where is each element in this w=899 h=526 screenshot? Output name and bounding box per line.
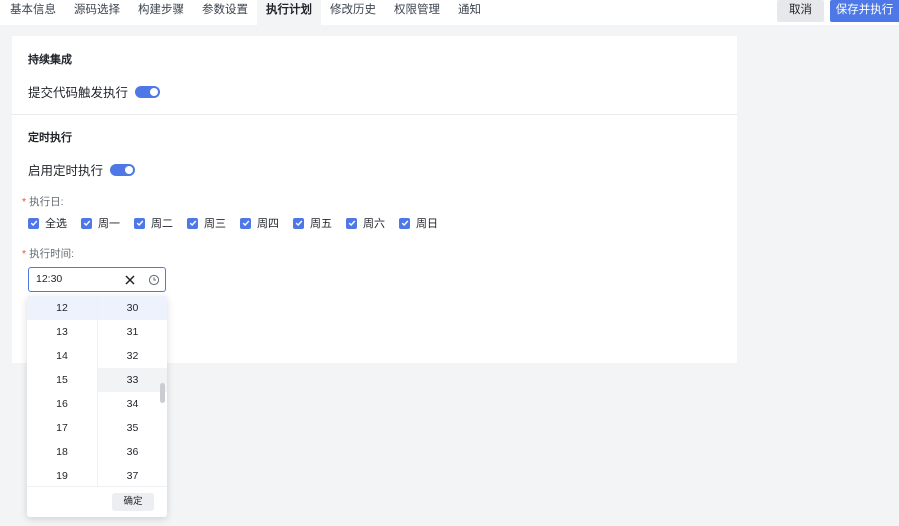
checkbox-check-icon xyxy=(28,217,39,229)
enable-schedule-label: 启用定时执行 xyxy=(28,164,104,178)
tab-4[interactable]: 参数设置 xyxy=(193,0,257,25)
commit-trigger-label: 提交代码触发执行 xyxy=(28,86,129,100)
tab-2[interactable]: 源码选择 xyxy=(65,0,129,25)
top-bar: 基本信息 源码选择 构建步骤 参数设置 执行计划 修改历史 权限管理 通知 取消 保存并执行 xyxy=(0,0,899,25)
checkbox-check-icon xyxy=(399,217,410,229)
day-checkbox[interactable]: 周一 xyxy=(81,215,120,231)
checkbox-check-icon xyxy=(134,217,145,229)
day-label: 周五 xyxy=(310,218,332,230)
tab-bar: 基本信息 源码选择 构建步骤 参数设置 执行计划 修改历史 权限管理 通知 xyxy=(0,0,490,25)
save-and-run-button[interactable]: 保存并执行 xyxy=(830,0,899,22)
day-checkbox[interactable]: 周三 xyxy=(187,215,226,231)
day-checkbox[interactable]: 周日 xyxy=(399,215,438,231)
confirm-button[interactable]: 确定 xyxy=(112,493,154,511)
hour-option[interactable]: 15 xyxy=(27,368,97,392)
time-picker-footer: 确定 xyxy=(27,486,167,517)
day-checkbox[interactable]: 周五 xyxy=(293,215,332,231)
minute-option[interactable]: 33 xyxy=(98,368,167,392)
day-checkbox-group: 全选 周一 周二 周三 周四 周五 周六 周日 xyxy=(28,215,452,231)
section-divider xyxy=(12,114,737,115)
clock-icon xyxy=(148,274,160,286)
day-checkbox[interactable]: 周四 xyxy=(240,215,279,231)
day-label: 周三 xyxy=(204,218,226,230)
minute-option[interactable]: 34 xyxy=(98,392,167,416)
minute-option[interactable]: 37 xyxy=(98,464,167,486)
checkbox-check-icon xyxy=(293,217,304,229)
ci-section-title: 持续集成 xyxy=(28,54,72,66)
day-label: 全选 xyxy=(45,218,67,230)
hour-option[interactable]: 17 xyxy=(27,416,97,440)
day-checkbox[interactable]: 周六 xyxy=(346,215,385,231)
minute-option[interactable]: 35 xyxy=(98,416,167,440)
tab-6[interactable]: 修改历史 xyxy=(321,0,385,25)
enable-schedule-toggle[interactable] xyxy=(110,163,136,176)
day-checkbox[interactable]: 周二 xyxy=(134,215,173,231)
enable-schedule-row: 启用定时执行 xyxy=(28,160,136,179)
days-field-label: * 执行日: xyxy=(22,194,64,209)
tab-1[interactable]: 基本信息 xyxy=(0,0,65,25)
commit-trigger-row: 提交代码触发执行 xyxy=(28,82,161,101)
tab-8[interactable]: 通知 xyxy=(449,0,490,25)
checkbox-check-icon xyxy=(187,217,198,229)
minute-option[interactable]: 36 xyxy=(98,440,167,464)
time-field-label: * 执行时间: xyxy=(22,246,74,261)
hour-option[interactable]: 12 xyxy=(27,296,97,320)
cancel-button[interactable]: 取消 xyxy=(777,0,824,22)
minute-scrollbar[interactable] xyxy=(160,383,165,403)
schedule-section-title: 定时执行 xyxy=(28,132,72,144)
minute-column[interactable]: 30 31 32 33 34 35 36 37 xyxy=(97,296,167,486)
hour-option[interactable]: 18 xyxy=(27,440,97,464)
required-mark: * xyxy=(22,248,27,260)
minute-option[interactable]: 31 xyxy=(98,320,167,344)
day-label: 周六 xyxy=(363,218,385,230)
checkbox-check-icon xyxy=(346,217,357,229)
checkbox-check-icon xyxy=(81,217,92,229)
checkbox-check-icon xyxy=(240,217,251,229)
hour-option[interactable]: 16 xyxy=(27,392,97,416)
time-label-text: 执行时间: xyxy=(29,248,75,260)
time-input[interactable]: 12:30 xyxy=(28,267,166,292)
tab-5[interactable]: 执行计划 xyxy=(257,0,321,25)
day-label: 周二 xyxy=(151,218,173,230)
day-label: 周四 xyxy=(257,218,279,230)
select-all-checkbox[interactable]: 全选 xyxy=(28,215,67,231)
hour-option[interactable]: 19 xyxy=(27,464,97,486)
commit-trigger-toggle[interactable] xyxy=(135,85,161,98)
clear-icon[interactable] xyxy=(124,274,136,286)
time-input-value: 12:30 xyxy=(36,273,63,285)
days-label-text: 执行日: xyxy=(29,196,64,208)
day-label: 周日 xyxy=(416,218,438,230)
tab-7[interactable]: 权限管理 xyxy=(385,0,449,25)
required-mark: * xyxy=(22,196,27,208)
minute-option[interactable]: 30 xyxy=(98,296,167,320)
hour-column[interactable]: 12 13 14 15 16 17 18 19 xyxy=(27,296,97,486)
tab-3[interactable]: 构建步骤 xyxy=(129,0,193,25)
hour-option[interactable]: 14 xyxy=(27,344,97,368)
hour-option[interactable]: 13 xyxy=(27,320,97,344)
day-label: 周一 xyxy=(98,218,120,230)
minute-option[interactable]: 32 xyxy=(98,344,167,368)
time-picker-panel: 12 13 14 15 16 17 18 19 30 31 32 33 34 35 36 37 确定 xyxy=(27,296,167,517)
